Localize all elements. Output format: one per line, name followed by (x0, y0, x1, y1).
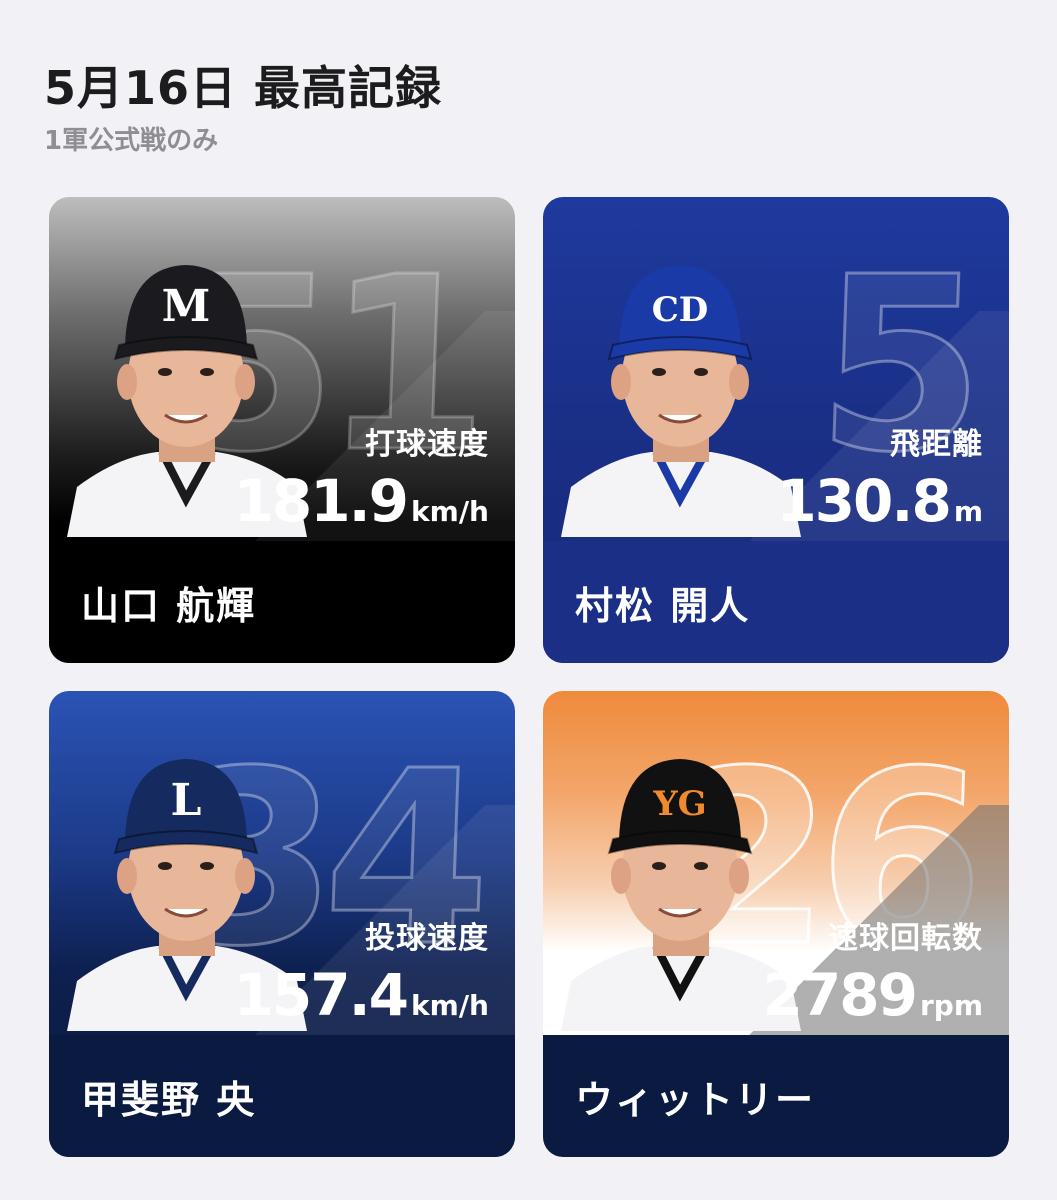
stat-block: 飛距離 130.8 m (776, 419, 983, 535)
eye-left (158, 862, 172, 870)
stat-value: 2789 (762, 961, 918, 1029)
page-subtitle: 1軍公式戦のみ (44, 126, 219, 156)
ear-left (611, 858, 631, 894)
player-name: 山口 航輝 (81, 584, 257, 628)
player-photo: CD (551, 237, 809, 537)
stat-value: 130.8 (776, 467, 951, 535)
ear-right (729, 364, 749, 400)
name-band: 村松 開人 (543, 541, 1009, 663)
eye-right (200, 368, 214, 376)
cap-logo: L (171, 775, 202, 826)
ear-right (729, 858, 749, 894)
stat-block: 打球速度 181.9 km/h (234, 419, 489, 535)
ear-right (235, 858, 255, 894)
page-title: 5月16日 最高記録 (44, 61, 443, 115)
stat-unit: m (953, 495, 983, 528)
stat-unit: km/h (411, 989, 489, 1022)
stat-value: 181.9 (233, 467, 409, 535)
stat-unit: rpm (919, 989, 983, 1022)
name-band: 山口 航輝 (49, 541, 515, 663)
eye-left (652, 862, 666, 870)
stat-label: 飛距離 (890, 427, 983, 462)
player-name: ウィットリー (575, 1078, 816, 1122)
record-card-pitch-speed[interactable]: 34 L 投球速度 157.4km/h 甲斐野 央 (49, 691, 515, 1157)
stat-label: 速球回転数 (828, 921, 983, 956)
eye-left (652, 368, 666, 376)
name-band: ウィットリー (543, 1035, 1009, 1157)
player-name: 甲斐野 央 (81, 1078, 257, 1122)
eye-right (694, 862, 708, 870)
stat-label: 投球速度 (365, 921, 489, 956)
name-band: 甲斐野 央 (49, 1035, 515, 1157)
record-card-spin-rate[interactable]: 26 YG 速球回転数 2789rpm ウィットリー (543, 691, 1009, 1157)
cap-logo: CD (652, 290, 709, 330)
eye-right (694, 368, 708, 376)
eye-left (158, 368, 172, 376)
ear-left (611, 364, 631, 400)
cap-logo: YG (652, 784, 706, 824)
ear-right (235, 364, 255, 400)
eye-right (200, 862, 214, 870)
cap-logo: M (162, 281, 211, 332)
ear-left (117, 364, 137, 400)
stat-block: 速球回転数 2789 rpm (763, 913, 983, 1029)
record-card-distance[interactable]: 5 CD 飛距離 130.8m 村松 開人 (543, 197, 1009, 663)
record-card-batted-ball-speed[interactable]: 51 M 打球速度 181.9km/h 山口 航輝 (49, 197, 515, 663)
stat-block: 投球速度 157.4 km/h (234, 913, 489, 1029)
stat-label: 打球速度 (365, 427, 489, 462)
player-name: 村松 開人 (575, 584, 751, 628)
stat-unit: km/h (411, 495, 489, 528)
stat-value: 157.4 (233, 961, 409, 1029)
ear-left (117, 858, 137, 894)
player-portrait: CD (561, 265, 801, 537)
